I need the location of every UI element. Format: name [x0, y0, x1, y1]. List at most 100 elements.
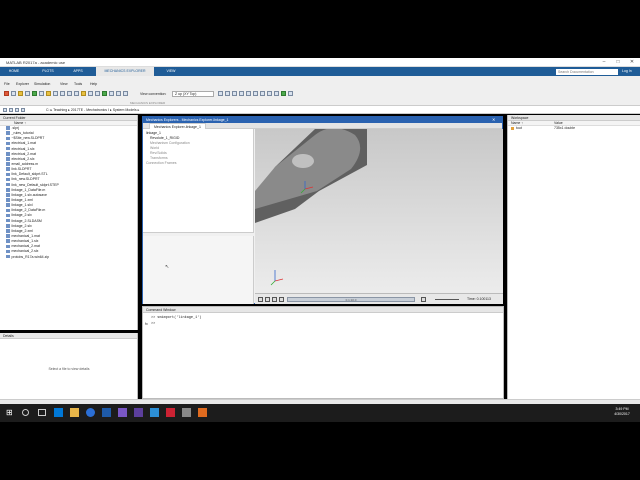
- tree-item-root[interactable]: linkage_1: [146, 131, 161, 135]
- details-panel: Details Select a file to view details: [0, 333, 138, 399]
- step-forward-icon[interactable]: [279, 297, 284, 302]
- matlab-icon[interactable]: [198, 408, 207, 417]
- file-explorer-icon[interactable]: [70, 408, 79, 417]
- settings-app-icon[interactable]: [182, 408, 191, 417]
- clock-date: 4/30/2017: [614, 412, 630, 416]
- maximize-button[interactable]: □: [611, 59, 625, 66]
- view-side-icon[interactable]: [225, 91, 230, 96]
- rotate-view-icon[interactable]: [274, 91, 279, 96]
- tree-item-config[interactable]: Mechanism Configuration: [150, 141, 190, 145]
- file-icon: [6, 157, 10, 161]
- run-icon[interactable]: [32, 91, 37, 96]
- zoom-in-icon[interactable]: [246, 91, 251, 96]
- search-icon[interactable]: [22, 409, 29, 416]
- 3d-viewport[interactable]: [255, 128, 503, 293]
- file-icon: [6, 208, 10, 213]
- zoom-out-icon[interactable]: [253, 91, 258, 96]
- onenote-icon[interactable]: [118, 408, 127, 417]
- axes-icon[interactable]: [109, 91, 114, 96]
- camera-icon[interactable]: [116, 91, 121, 96]
- back-icon[interactable]: [3, 107, 7, 112]
- file-name: mechanical_1.mat: [11, 233, 40, 238]
- view-iso-icon[interactable]: [239, 91, 244, 96]
- ie-icon[interactable]: [86, 408, 95, 417]
- grid-icon[interactable]: [102, 91, 107, 96]
- login-link[interactable]: Log In: [622, 67, 632, 76]
- file-list-item[interactable]: protobs_R17a.win64.zip: [0, 255, 137, 260]
- window-title: MATLAB R2017a - academic use: [6, 60, 66, 65]
- forward-icon[interactable]: [9, 107, 13, 112]
- minimize-button[interactable]: –: [597, 59, 611, 66]
- zoom-icon[interactable]: [53, 91, 58, 96]
- tree-item-transforms[interactable]: Transforms: [150, 156, 168, 160]
- breadcrumb[interactable]: C: ▸ Teaching ▸ 2017TE - Mechatronics I …: [46, 108, 139, 112]
- command-window[interactable]: Command Window >> smimport('linkage_1') …: [142, 306, 504, 399]
- settings-icon[interactable]: [46, 91, 51, 96]
- breadcrumb-drive[interactable]: C:: [46, 108, 50, 112]
- tile-icon[interactable]: [288, 91, 293, 96]
- outlook-icon[interactable]: [102, 408, 111, 417]
- tab-mechanics-explorer[interactable]: MECHANICS EXPLORER: [96, 67, 154, 76]
- highlight-icon[interactable]: [81, 91, 86, 96]
- fit-icon[interactable]: [74, 91, 79, 96]
- menu-file[interactable]: File: [4, 81, 10, 87]
- open-icon[interactable]: [11, 91, 16, 96]
- split-icon[interactable]: [95, 91, 100, 96]
- file-name: email_address.m: [11, 161, 39, 166]
- step-back-icon[interactable]: [265, 297, 270, 302]
- menu-simulation[interactable]: Simulation: [34, 81, 50, 87]
- tab-home[interactable]: HOME: [2, 67, 26, 76]
- pan-icon[interactable]: [60, 91, 65, 96]
- tree-item-revolute[interactable]: Revolute_1_RIGID: [150, 136, 179, 140]
- tab-view[interactable]: VIEW: [160, 67, 182, 76]
- file-name: linkage_2_DataFile.m: [11, 208, 46, 213]
- view-convention-dropdown[interactable]: Z up (XY Top): [172, 91, 214, 97]
- rewind-icon[interactable]: [258, 297, 263, 302]
- pan-view-icon[interactable]: [267, 91, 272, 96]
- menu-explorer[interactable]: Explorer: [16, 81, 29, 87]
- menu-tools[interactable]: Tools: [74, 81, 82, 87]
- link-hole: [292, 154, 314, 168]
- zoom-box-icon[interactable]: [260, 91, 265, 96]
- loop-icon[interactable]: [421, 297, 426, 302]
- folder-icon[interactable]: [18, 91, 23, 96]
- edge-icon[interactable]: [54, 408, 63, 417]
- save-icon[interactable]: [25, 91, 30, 96]
- command-prompt[interactable]: >>: [151, 322, 155, 326]
- vscode-icon[interactable]: [150, 408, 159, 417]
- speed-slider[interactable]: [435, 299, 459, 300]
- up-folder-icon[interactable]: [15, 107, 19, 112]
- view-top-icon[interactable]: [232, 91, 237, 96]
- workspace-row[interactable]: tout 735x1 double: [508, 126, 640, 131]
- pause-icon[interactable]: [39, 91, 44, 96]
- fit-view-icon[interactable]: [281, 91, 286, 96]
- menu-view[interactable]: View: [60, 81, 68, 87]
- tree-item-solids[interactable]: Rev/Solids: [150, 151, 167, 155]
- browse-icon[interactable]: [21, 107, 25, 112]
- close-button[interactable]: ✕: [625, 59, 639, 66]
- file-name: electrical_2.mat: [11, 151, 37, 156]
- rotate-icon[interactable]: [67, 91, 72, 96]
- record-icon[interactable]: [4, 91, 9, 96]
- breadcrumb-system-models[interactable]: System Models: [113, 108, 137, 112]
- mechanics-explorer-window: Mechanics Explorers - Mechanics Explorer…: [142, 116, 503, 304]
- progress-bar[interactable]: 0.1:10.0: [287, 297, 415, 302]
- tree-item-world[interactable]: World: [150, 146, 159, 150]
- tab-plots[interactable]: PLOTS: [36, 67, 60, 76]
- menu-help[interactable]: Help: [90, 81, 97, 87]
- windows-start-icon[interactable]: ⊞: [6, 408, 15, 417]
- visual-studio-icon[interactable]: [134, 408, 143, 417]
- search-input[interactable]: Search Documentation: [556, 68, 618, 75]
- breadcrumb-course[interactable]: 2017TE - Mechatronics I: [71, 108, 109, 112]
- breadcrumb-teaching[interactable]: Teaching: [53, 108, 67, 112]
- task-view-icon[interactable]: [38, 409, 46, 416]
- play-icon[interactable]: [272, 297, 277, 302]
- view-front-icon[interactable]: [218, 91, 223, 96]
- solidworks-icon[interactable]: [166, 408, 175, 417]
- tab-apps[interactable]: APPS: [66, 67, 90, 76]
- file-name: electrical_2.slx: [11, 156, 35, 161]
- tree-item-connection-frames[interactable]: Connection Frames: [146, 161, 177, 165]
- frame-icon[interactable]: [88, 91, 93, 96]
- light-icon[interactable]: [123, 91, 128, 96]
- taskbar-clock[interactable]: 3:49 PM 4/30/2017: [607, 407, 637, 417]
